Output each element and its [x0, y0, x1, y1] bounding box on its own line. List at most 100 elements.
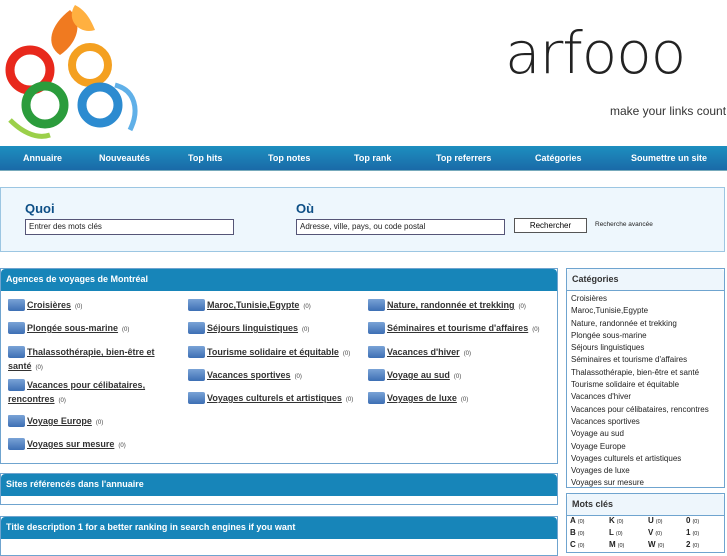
sidebar-category-link[interactable]: Maroc,Tunisie,Egypte — [567, 305, 724, 317]
category-count: (0) — [303, 304, 311, 310]
keywords-title: Mots clés — [567, 494, 724, 516]
category-item: Voyages culturels et artistiques (0) — [188, 391, 368, 407]
category-link[interactable]: Voyages sur mesure — [27, 439, 114, 449]
keyword-letter-link[interactable]: L (0) — [609, 528, 623, 537]
nav-nouveautes[interactable]: Nouveautés — [99, 146, 150, 170]
category-link[interactable]: Nature, randonnée et trekking — [387, 300, 515, 310]
sidebar-category-link[interactable]: Vacances sportives — [567, 416, 724, 428]
sidebar-category-link[interactable]: Voyages de luxe — [567, 465, 724, 477]
category-item: Voyages de luxe (0) — [368, 391, 548, 407]
folder-icon — [188, 321, 205, 334]
category-link[interactable]: Vacances pour célibataires, rencontres — [8, 380, 145, 404]
category-link[interactable]: Séminaires et tourisme d'affaires — [387, 323, 528, 333]
advanced-search-link[interactable]: Recherche avancée — [595, 221, 653, 228]
category-link[interactable]: Croisières — [27, 300, 71, 310]
category-count: (0) — [95, 420, 104, 426]
sidebar-category-link[interactable]: Séjours linguistiques — [567, 342, 724, 354]
category-item: Nature, randonnée et trekking (0) — [368, 298, 548, 314]
keyword-letter[interactable]: K — [609, 516, 615, 525]
main-nav: Annuaire Nouveautés Top hits Top notes T… — [0, 146, 727, 171]
category-item: Vacances pour célibataires, rencontres (0… — [8, 378, 188, 408]
category-link[interactable]: Voyages culturels et artistiques — [207, 393, 342, 403]
sidebar-category-link[interactable]: Voyages culturels et artistiques — [567, 453, 724, 465]
folder-icon — [368, 298, 385, 311]
keyword-letter-link[interactable]: V (0) — [648, 528, 662, 537]
folder-icon — [8, 298, 25, 311]
keyword-count: (0) — [692, 531, 700, 537]
logo-emblem[interactable] — [0, 0, 150, 145]
category-link[interactable]: Vacances sportives — [207, 370, 291, 380]
category-item: Voyages sur mesure (0) — [8, 437, 188, 453]
where-input[interactable]: Adresse, ville, pays, ou code postal — [296, 219, 505, 235]
category-link[interactable]: Maroc,Tunisie,Egypte — [207, 300, 299, 310]
keyword-count: (0) — [577, 531, 585, 537]
nav-annuaire[interactable]: Annuaire — [23, 146, 62, 170]
category-count: (0) — [75, 304, 83, 310]
nav-top-rank[interactable]: Top rank — [354, 146, 391, 170]
sidebar-category-link[interactable]: Voyage Europe — [567, 441, 724, 453]
category-count: (0) — [294, 374, 302, 380]
what-input[interactable]: Entrer des mots clés — [25, 219, 234, 235]
folder-icon — [368, 368, 385, 381]
folder-icon — [368, 321, 385, 334]
keyword-count: (0) — [655, 519, 663, 525]
nav-submit-site[interactable]: Soumettre un site — [631, 146, 707, 170]
keyword-letter[interactable]: A — [570, 516, 576, 525]
keyword-count: (0) — [655, 531, 663, 537]
keyword-letter-link[interactable]: 1 (0) — [686, 528, 699, 537]
panel-title: Sites référencés dans l'annuaire — [1, 474, 557, 496]
category-item: Séminaires et tourisme d'affaires (0) — [368, 321, 548, 337]
sidebar-categories: Catégories Croisières Maroc,Tunisie,Egypt… — [566, 268, 725, 488]
sidebar-category-link[interactable]: Nature, randonnée et trekking — [567, 318, 724, 330]
category-item: Séjours linguistiques (0) — [188, 321, 368, 337]
search-button[interactable]: Rechercher — [514, 218, 587, 233]
category-link[interactable]: Tourisme solidaire et équitable — [207, 347, 339, 357]
sidebar-category-link[interactable]: Tourisme solidaire et équitable — [567, 379, 724, 391]
keyword-count: (0) — [616, 519, 624, 525]
keyword-count: (0) — [692, 543, 700, 549]
nav-top-notes[interactable]: Top notes — [268, 146, 310, 170]
sidebar-category-link[interactable]: Plongée sous-marine — [567, 330, 724, 342]
sidebar-category-link[interactable]: Voyage au sud — [567, 428, 724, 440]
folder-icon — [188, 345, 205, 358]
category-link[interactable]: Voyage Europe — [27, 416, 92, 426]
keyword-count: (0) — [615, 531, 623, 537]
where-label: Où — [296, 201, 315, 216]
keyword-letter[interactable]: 0 — [686, 516, 690, 525]
sidebar-category-link[interactable]: Thalassothérapie, bien-être et santé — [567, 367, 724, 379]
category-item: Maroc,Tunisie,Egypte (0) — [188, 298, 368, 314]
nav-categories[interactable]: Catégories — [535, 146, 582, 170]
category-link[interactable]: Plongée sous-marine — [27, 323, 118, 333]
sidebar-category-link[interactable]: Vacances d'hiver — [567, 391, 724, 403]
keyword-letter-link[interactable]: U (0) — [648, 516, 663, 525]
keyword-letter[interactable]: 1 — [686, 528, 690, 537]
panel-title: Agences de voyages de Montréal — [1, 269, 557, 291]
keyword-letter-link[interactable]: A (0) — [570, 516, 585, 525]
keyword-letter[interactable]: U — [648, 516, 654, 525]
category-link[interactable]: Voyage au sud — [387, 370, 450, 380]
sidebar-category-link[interactable]: Vacances pour célibataires, rencontres — [567, 404, 724, 416]
folder-icon — [188, 298, 205, 311]
nav-top-hits[interactable]: Top hits — [188, 146, 222, 170]
keyword-letter[interactable]: L — [609, 528, 614, 537]
keyword-count: (0) — [577, 543, 585, 549]
keyword-letter-link[interactable]: B (0) — [570, 528, 585, 537]
nav-top-referrers[interactable]: Top referrers — [436, 146, 491, 170]
keyword-letter-link[interactable]: K (0) — [609, 516, 624, 525]
keyword-letter[interactable]: B — [570, 528, 576, 537]
keyword-count: (0) — [577, 519, 585, 525]
category-link[interactable]: Thalassothérapie, bien-être et santé — [8, 347, 155, 371]
category-count: (0) — [345, 397, 354, 403]
category-link[interactable]: Vacances d'hiver — [387, 347, 460, 357]
brand-logo[interactable]: arfooo make your links count — [505, 18, 727, 118]
category-link[interactable]: Voyages de luxe — [387, 393, 457, 403]
folder-icon — [8, 378, 25, 391]
keyword-letter-link[interactable]: 0 (0) — [686, 516, 699, 525]
sidebar-category-link[interactable]: Séminaires et tourisme d'affaires — [567, 354, 724, 366]
sidebar-category-link[interactable]: Voyages sur mesure — [567, 477, 724, 489]
category-count: (0) — [122, 327, 130, 333]
sidebar-category-link[interactable]: Croisières — [567, 293, 724, 305]
keyword-letter[interactable]: V — [648, 528, 653, 537]
category-item: Vacances d'hiver (0) — [368, 345, 548, 361]
category-link[interactable]: Séjours linguistiques — [207, 323, 298, 333]
